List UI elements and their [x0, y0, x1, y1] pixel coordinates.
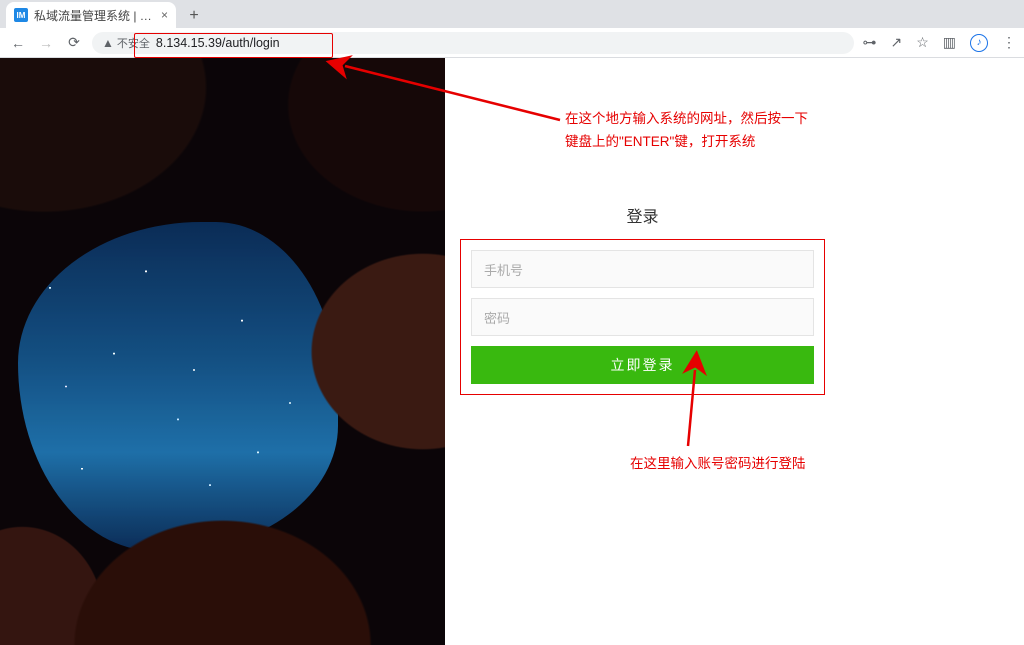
browser-tab[interactable]: IM 私域流量管理系统 | 账号登录? × — [6, 2, 176, 28]
new-tab-button[interactable]: + — [182, 4, 206, 28]
hero-image — [0, 58, 445, 645]
insecure-label: 不安全 — [117, 35, 150, 51]
extensions-puzzle-icon[interactable]: ▥ — [943, 34, 956, 51]
annotation-text-1: 在这个地方输入系统的网址，然后按一下 键盘上的"ENTER"键，打开系统 — [565, 108, 808, 154]
phone-field[interactable]: 手机号 — [471, 250, 814, 288]
bookmark-star-icon[interactable]: ☆ — [916, 34, 929, 51]
insecure-indicator[interactable]: ▲ 不安全 — [102, 35, 150, 51]
url-text: 8.134.15.39/auth/login — [156, 36, 280, 50]
login-box-highlight: 手机号 密码 立即登录 — [460, 239, 825, 395]
browser-toolbar: ← → ⟳ ▲ 不安全 8.134.15.39/auth/login ⊶ ↗ ☆… — [0, 28, 1024, 58]
reload-button[interactable]: ⟳ — [64, 33, 84, 53]
tab-favicon-icon: IM — [14, 8, 28, 22]
browser-menu-icon[interactable]: ⋮ — [1002, 34, 1016, 51]
back-button[interactable]: ← — [8, 33, 28, 53]
right-pane: 登录 手机号 密码 立即登录 在这个地方输入系统的网址，然后按一下 键盘上的"E… — [445, 58, 1024, 645]
login-title: 登录 — [460, 203, 825, 227]
page-content: 登录 手机号 密码 立即登录 在这个地方输入系统的网址，然后按一下 键盘上的"E… — [0, 58, 1024, 645]
extension-music-icon[interactable]: ♪ — [970, 34, 988, 52]
address-bar[interactable]: ▲ 不安全 8.134.15.39/auth/login — [92, 32, 854, 54]
tab-title: 私域流量管理系统 | 账号登录? — [34, 7, 157, 24]
password-key-icon[interactable]: ⊶ — [862, 34, 876, 51]
share-icon[interactable]: ↗ — [890, 34, 902, 51]
password-field[interactable]: 密码 — [471, 298, 814, 336]
tab-close-icon[interactable]: × — [161, 8, 168, 22]
tab-strip: IM 私域流量管理系统 | 账号登录? × + — [0, 0, 1024, 28]
forward-button[interactable]: → — [36, 33, 56, 53]
annotation-text-2: 在这里输入账号密码进行登陆 — [630, 453, 806, 476]
warning-icon: ▲ — [102, 36, 114, 50]
login-submit-button[interactable]: 立即登录 — [471, 346, 814, 384]
login-form: 登录 手机号 密码 立即登录 — [460, 203, 825, 395]
